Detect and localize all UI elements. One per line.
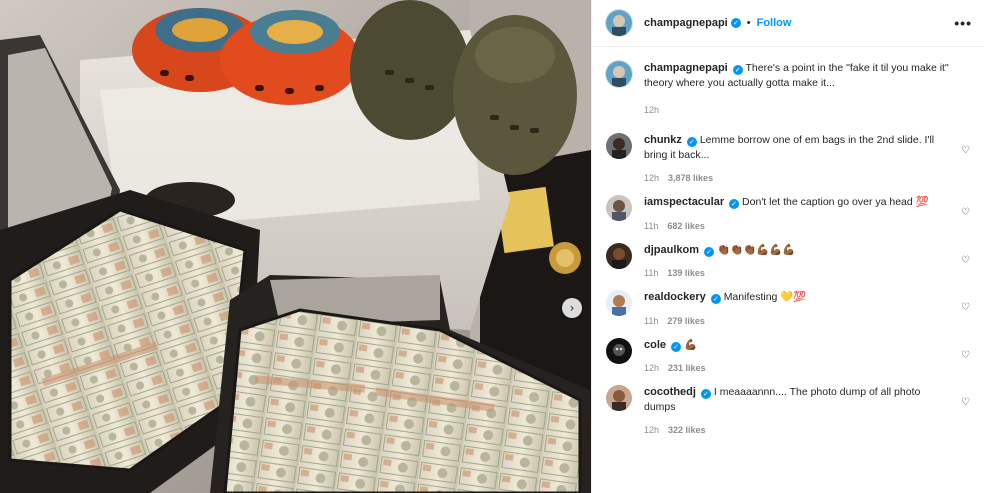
caption: champagnepapi ✓ There's a point in the "f… <box>606 53 970 115</box>
comment-time[interactable]: 12h <box>644 105 659 115</box>
comment-username[interactable]: chunkz <box>644 134 682 146</box>
comment-time[interactable]: 11h <box>644 221 658 231</box>
heart-outline-icon[interactable]: ♡ <box>961 255 970 266</box>
comment-username[interactable]: realdockery <box>644 291 706 303</box>
avatar[interactable] <box>606 10 632 36</box>
comment-likes[interactable]: 682 likes <box>667 221 705 231</box>
comment-item: cole ✓ 💪🏾 12h 231 likes ♡ <box>606 330 970 373</box>
avatar[interactable] <box>606 195 632 221</box>
comment-username[interactable]: champagnepapi <box>644 62 728 74</box>
comment-item: djpaulkom ✓ 👏🏾👏🏾👏🏾💪🏾💪🏾💪🏾 11h 139 likes ♡ <box>606 235 970 278</box>
verified-badge-icon: ✓ <box>729 199 740 210</box>
heart-hundred-emoji-icon: 💛💯 <box>780 291 807 303</box>
author-username[interactable]: champagnepapi <box>644 17 728 29</box>
heart-outline-icon[interactable]: ♡ <box>961 397 970 408</box>
avatar[interactable] <box>606 385 632 411</box>
verified-badge-icon: ✓ <box>686 137 697 148</box>
avatar[interactable] <box>606 61 632 87</box>
comment-text: Don't let the caption go over ya head <box>742 196 913 208</box>
verified-badge-icon: ✓ <box>704 246 715 257</box>
comment-item: iamspectacular ✓ Don't let the caption go… <box>606 187 970 231</box>
avatar[interactable] <box>606 337 632 364</box>
heart-outline-icon[interactable]: ♡ <box>961 350 970 361</box>
chevron-right-icon: › <box>569 301 575 315</box>
post-side-panel: champagnepapi ✓ • Follow ••• champagnepa… <box>591 0 984 493</box>
verified-badge-icon: ✓ <box>700 389 711 400</box>
comment-item: chunkz ✓ Lemme borrow one of em bags in t… <box>606 125 970 183</box>
post-photo: › <box>0 0 591 493</box>
comment-time[interactable]: 11h <box>644 316 658 326</box>
next-slide-button[interactable]: › <box>562 298 582 318</box>
comment-time[interactable]: 12h <box>644 173 659 183</box>
avatar[interactable] <box>606 290 632 316</box>
clap-flex-emoji-icon: 👏🏾👏🏾👏🏾💪🏾💪🏾💪🏾 <box>716 243 796 256</box>
flexed-biceps-icon: 💪🏾 <box>683 338 698 351</box>
follow-button[interactable]: Follow <box>757 17 792 29</box>
verified-badge-icon: ✓ <box>730 18 741 28</box>
comment-username[interactable]: iamspectacular <box>644 196 724 208</box>
comment-item: realdockery ✓ Manifesting 💛💯 11h 279 likes… <box>606 282 970 326</box>
comment-item: cocothedj ✓ I meaaaannn.... The photo dum… <box>606 377 970 435</box>
comment-likes[interactable]: 322 likes <box>668 425 706 435</box>
comment-username[interactable]: cole <box>644 339 666 351</box>
post-view: › champagnepapi ✓ • Follow ••• champagne <box>0 0 984 493</box>
comment-likes[interactable]: 231 likes <box>668 363 706 373</box>
comment-username[interactable]: djpaulkom <box>644 244 699 256</box>
comment-time[interactable]: 11h <box>644 268 658 278</box>
comment-likes[interactable]: 139 likes <box>667 268 705 278</box>
comment-username[interactable]: cocothedj <box>644 386 696 398</box>
verified-badge-icon: ✓ <box>710 294 721 305</box>
verified-badge-icon: ✓ <box>732 65 743 76</box>
heart-outline-icon[interactable]: ♡ <box>961 145 970 156</box>
hundred-points-icon: 💯 <box>915 196 929 208</box>
avatar[interactable] <box>606 133 632 159</box>
avatar[interactable] <box>606 242 632 269</box>
comment-likes[interactable]: 279 likes <box>667 316 705 326</box>
comment-time[interactable]: 12h <box>644 425 659 435</box>
comments-list: champagnepapi ✓ There's a point in the "f… <box>592 47 984 493</box>
post-header: champagnepapi ✓ • Follow ••• <box>592 0 984 47</box>
photo-illustration <box>0 0 591 493</box>
heart-outline-icon[interactable]: ♡ <box>961 207 970 218</box>
comment-time[interactable]: 12h <box>644 363 659 373</box>
comment-text: Manifesting <box>723 291 778 303</box>
more-options-icon[interactable]: ••• <box>954 15 972 31</box>
verified-badge-icon: ✓ <box>671 341 682 352</box>
heart-outline-icon[interactable]: ♡ <box>961 302 970 313</box>
comment-likes[interactable]: 3,878 likes <box>668 173 713 183</box>
separator-dot: • <box>746 17 751 29</box>
